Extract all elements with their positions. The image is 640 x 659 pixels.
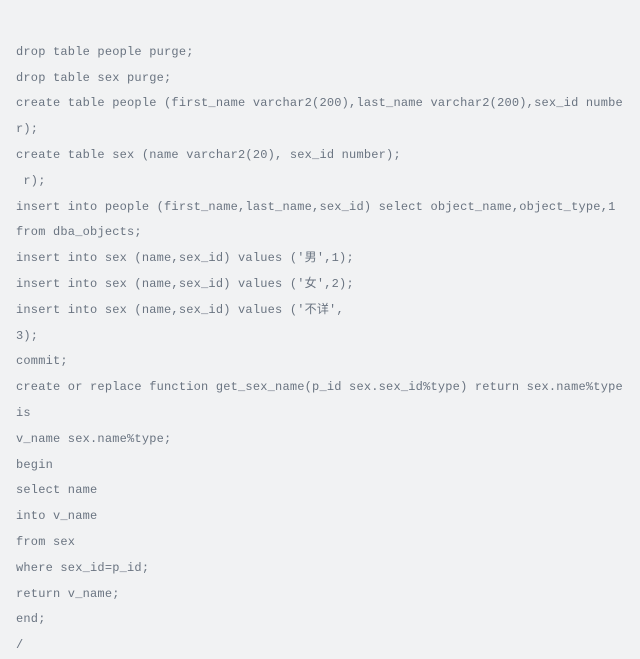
code-line: select name xyxy=(16,483,97,497)
code-line: create table people (first_name varchar2… xyxy=(16,96,623,136)
code-line: drop table people purge; xyxy=(16,45,194,59)
code-line: end; xyxy=(16,612,46,626)
code-line: insert into sex (name,sex_id) values ('女… xyxy=(16,277,354,291)
code-line: / xyxy=(16,638,23,652)
code-line: where sex_id=p_id; xyxy=(16,561,149,575)
code-line: begin xyxy=(16,458,53,472)
code-line: 3); xyxy=(16,329,38,343)
code-line: r); xyxy=(16,174,46,188)
code-line: into v_name xyxy=(16,509,97,523)
code-line: commit; xyxy=(16,354,68,368)
code-line: from sex xyxy=(16,535,75,549)
code-line: insert into sex (name,sex_id) values ('男… xyxy=(16,251,354,265)
code-line: v_name sex.name%type; xyxy=(16,432,171,446)
code-line: drop table sex purge; xyxy=(16,71,171,85)
sql-code-block: drop table people purge; drop table sex … xyxy=(16,14,624,659)
code-line: create or replace function get_sex_name(… xyxy=(16,380,630,420)
code-line: insert into sex (name,sex_id) values ('不… xyxy=(16,303,344,317)
code-line: insert into people (first_name,last_name… xyxy=(16,200,623,240)
code-line: return v_name; xyxy=(16,587,120,601)
code-line: create table sex (name varchar2(20), sex… xyxy=(16,148,401,162)
